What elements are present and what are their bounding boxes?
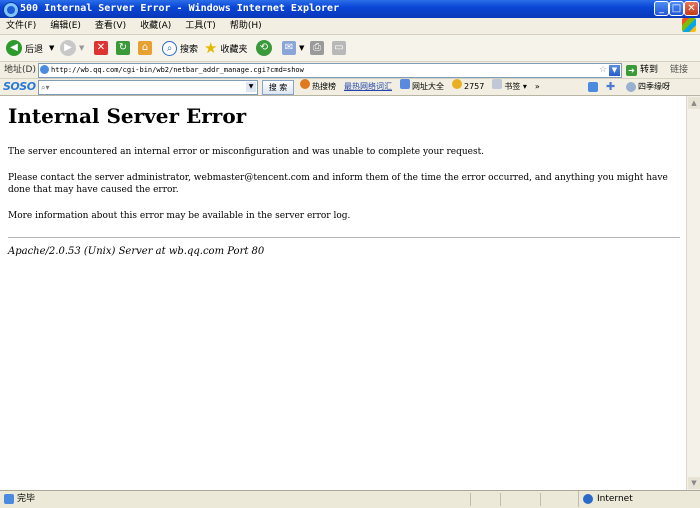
soso-search-icon: ⌕▾ <box>41 83 50 92</box>
address-input[interactable]: http://wb.qq.com/cgi-bin/wb2/netbar_addr… <box>38 63 622 78</box>
search-button[interactable]: ⌕ 搜索 <box>162 39 198 57</box>
soso-hot-rank[interactable]: 热搜榜 <box>300 79 336 95</box>
coin-icon <box>452 79 462 89</box>
bookmark-icon <box>492 79 503 89</box>
address-bar: 地址(D) http://wb.qq.com/cgi-bin/wb2/netba… <box>0 62 700 79</box>
address-label: 地址(D) <box>4 65 36 75</box>
back-arrow-icon: ◀ <box>6 40 22 56</box>
soso-user[interactable]: 四季缘呀 <box>626 79 670 95</box>
favorites-label: 收藏夹 <box>220 44 248 55</box>
page-content: Internal Server Error The server encount… <box>0 96 686 490</box>
status-done: 完毕 <box>4 491 35 507</box>
soso-search-button[interactable]: 搜 索 <box>262 80 294 95</box>
menu-bar: 文件(F) 编辑(E) 查看(V) 收藏(A) 工具(T) 帮助(H) <box>0 18 700 35</box>
history-button[interactable]: ⟲ <box>256 39 275 57</box>
scroll-down-icon[interactable]: ▼ <box>688 477 700 489</box>
page-icon <box>40 65 49 74</box>
soso-bookmarks[interactable]: 书签 ▾ <box>492 79 527 95</box>
forward-button[interactable]: ▶ ▼ <box>60 39 84 57</box>
menu-view[interactable]: 查看(V) <box>95 18 126 34</box>
soso-more[interactable]: » <box>535 79 540 95</box>
home-icon: ⌂ <box>138 41 152 55</box>
soso-hot-words[interactable]: 最热网络词汇 <box>344 79 392 95</box>
menu-favorites[interactable]: 收藏(A) <box>140 18 171 34</box>
forward-arrow-icon: ▶ <box>60 40 76 56</box>
stop-icon: ✕ <box>94 41 108 55</box>
menu-edit[interactable]: 编辑(E) <box>50 18 81 34</box>
home-small-icon <box>400 79 410 89</box>
soso-site-directory[interactable]: 网址大全 <box>400 79 444 95</box>
maximize-button[interactable]: □ <box>669 1 684 16</box>
stop-button[interactable]: ✕ <box>94 39 111 57</box>
print-button[interactable]: ⎙ <box>310 39 327 57</box>
scroll-up-icon[interactable]: ▲ <box>688 97 700 109</box>
home-button[interactable]: ⌂ <box>138 39 155 57</box>
ie-logo-icon <box>3 2 19 18</box>
globe-icon <box>583 494 593 504</box>
refresh-button[interactable]: ↻ <box>116 39 133 57</box>
contact-message: Please contact the server administrator,… <box>8 173 668 195</box>
user-avatar-icon <box>626 81 636 92</box>
windows-flag-icon <box>682 18 696 32</box>
back-dropdown-icon[interactable]: ▼ <box>49 44 54 52</box>
favorites-star-icon: ★ <box>204 39 218 57</box>
security-zone[interactable]: Internet <box>578 491 633 507</box>
address-dropdown-icon[interactable]: ▼ <box>609 65 620 76</box>
title-bar[interactable]: 500 Internal Server Error - Windows Inte… <box>0 0 700 18</box>
mail-button[interactable]: ✉ ▼ <box>282 39 304 57</box>
search-icon: ⌕ <box>162 40 177 56</box>
status-separator <box>470 493 471 506</box>
hot-icon <box>300 79 310 89</box>
soso-coins[interactable]: 2757 <box>452 79 484 95</box>
status-separator <box>500 493 501 506</box>
log-message: More information about this error may be… <box>8 211 351 221</box>
server-signature: Apache/2.0.53 (Unix) Server at wb.qq.com… <box>8 246 265 257</box>
refresh-icon: ↻ <box>116 41 130 55</box>
soso-logo[interactable]: SOSO <box>3 79 36 95</box>
status-bar: 完毕 Internet <box>0 490 700 508</box>
go-label: 转到 <box>640 65 659 75</box>
go-arrow-icon: ➜ <box>626 64 637 76</box>
menu-file[interactable]: 文件(F) <box>6 18 36 34</box>
bookmark-star-icon[interactable]: ☆ <box>599 64 607 77</box>
print-icon: ⎙ <box>310 41 324 55</box>
page-done-icon <box>4 494 14 504</box>
back-button[interactable]: ◀ 后退 ▼ <box>6 39 54 57</box>
close-button[interactable]: ✕ <box>684 1 699 16</box>
pen-icon[interactable] <box>588 82 598 92</box>
address-url: http://wb.qq.com/cgi-bin/wb2/netbar_addr… <box>51 66 304 74</box>
back-label: 后退 <box>25 44 44 55</box>
status-text: 完毕 <box>17 494 36 504</box>
forward-dropdown-icon[interactable]: ▼ <box>79 44 84 52</box>
vertical-scrollbar[interactable]: ▲ ▼ <box>686 96 700 490</box>
history-icon: ⟲ <box>256 40 272 56</box>
soso-search-input[interactable]: ⌕▾ ▼ <box>38 80 258 95</box>
soso-dropdown-icon[interactable]: ▼ <box>246 82 256 92</box>
plus-icon[interactable]: ✚ <box>606 79 615 95</box>
window-title: 500 Internal Server Error - Windows Inte… <box>20 3 340 14</box>
mail-dropdown-icon[interactable]: ▼ <box>299 44 304 52</box>
soso-toolbar: SOSO ⌕▾ ▼ 搜 索 热搜榜 最热网络词汇 网址大全 2757 书签 ▾ … <box>0 79 700 96</box>
menu-help[interactable]: 帮助(H) <box>230 18 262 34</box>
menu-tools[interactable]: 工具(T) <box>185 18 216 34</box>
zone-label: Internet <box>597 494 633 504</box>
divider <box>8 237 680 238</box>
go-button[interactable]: ➜ 转到 <box>626 62 658 78</box>
favorites-button[interactable]: ★ 收藏夹 <box>204 39 247 57</box>
error-message: The server encountered an internal error… <box>8 147 485 157</box>
edit-button[interactable]: ▭ <box>332 39 349 57</box>
status-separator <box>540 493 541 506</box>
mail-icon: ✉ <box>282 41 296 55</box>
toolbar: ◀ 后退 ▼ ▶ ▼ ✕ ↻ ⌂ ⌕ 搜索 ★ 收藏夹 ⟲ ✉ ▼ ⎙ ▭ <box>0 35 700 62</box>
minimize-button[interactable]: _ <box>654 1 669 16</box>
edit-page-icon: ▭ <box>332 41 346 55</box>
links-button[interactable]: 链接 <box>670 62 688 78</box>
search-label: 搜索 <box>180 44 199 55</box>
page-title: Internal Server Error <box>8 104 247 128</box>
